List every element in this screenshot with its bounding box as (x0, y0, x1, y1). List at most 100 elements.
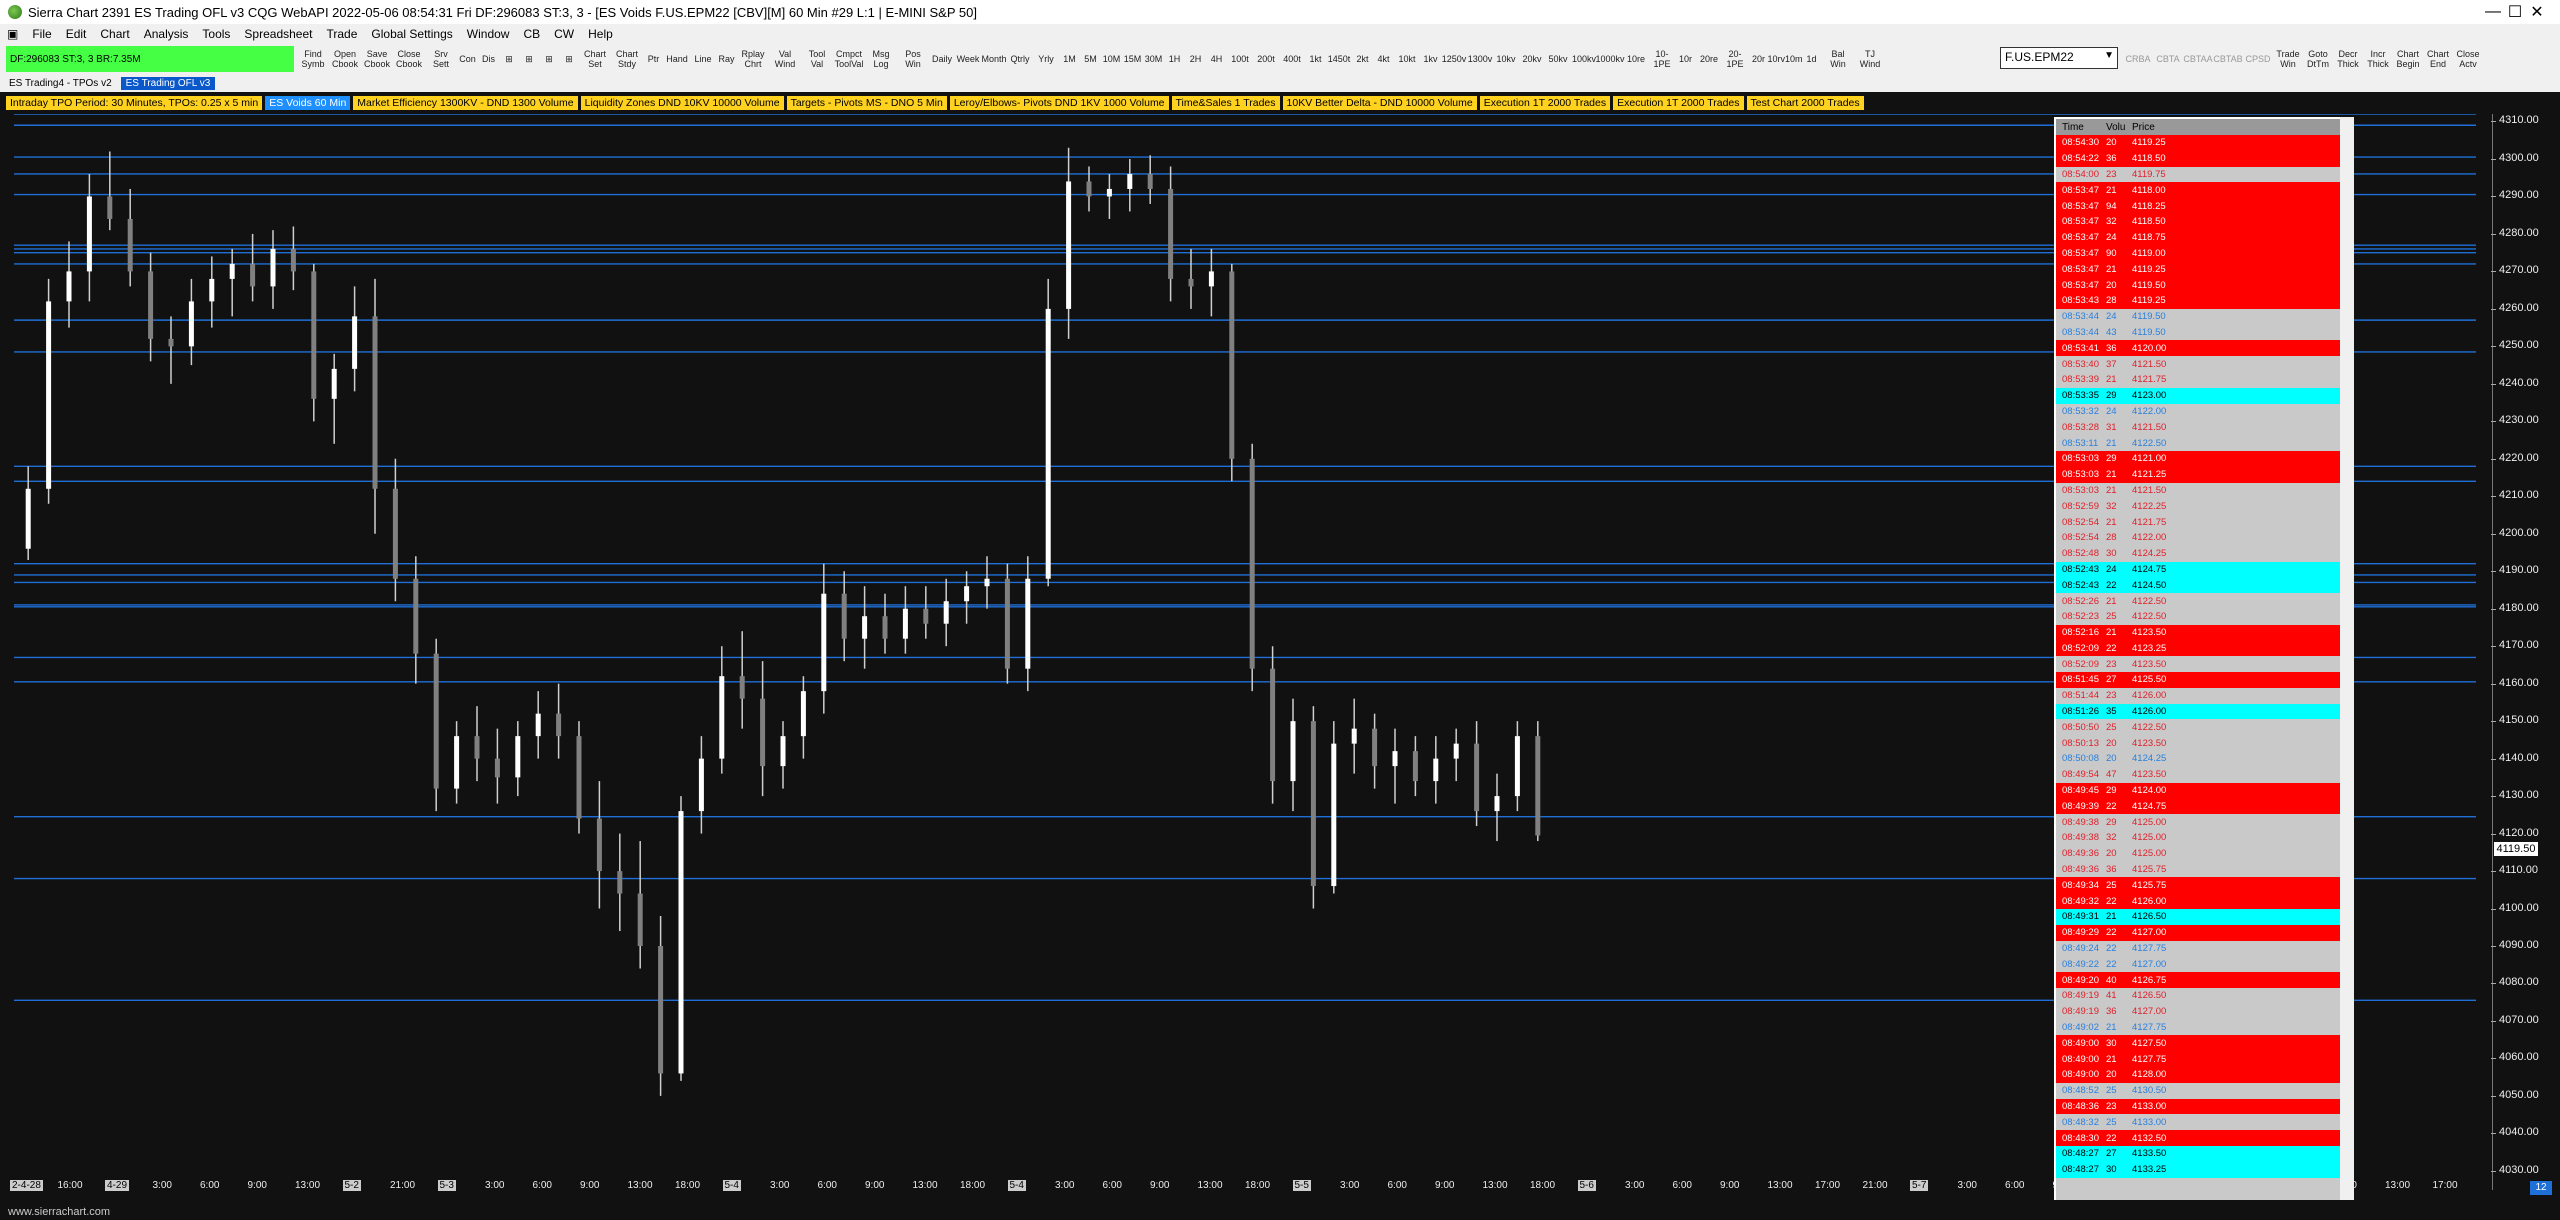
toolbar-button-week[interactable]: Week (956, 46, 980, 72)
study-tab[interactable]: Liquidity Zones DND 10KV 10000 Volume (580, 96, 784, 110)
toolbar-button-trade-win[interactable]: Trade Win (2274, 46, 2302, 72)
draw-tool-icon[interactable]: ⊞ (540, 46, 558, 72)
chartbook-tab[interactable]: ES Trading4 - TPOs v2 (4, 77, 117, 90)
toolbar-button-2kt[interactable]: 2kt (1353, 46, 1372, 72)
toolbar-button-1250v[interactable]: 1250v (1442, 46, 1467, 72)
time-and-sales-window[interactable]: Time Volu Price 08:54:30 20 4119.25 08:54:2… (2054, 117, 2348, 1203)
toolbar-button-10m[interactable]: 10M (1102, 46, 1121, 72)
toolbar-button-50kv[interactable]: 50kv (1546, 46, 1570, 72)
toolbar-button-1450t[interactable]: 1450t (1327, 46, 1351, 72)
toolbar-button-4kt[interactable]: 4kt (1374, 46, 1393, 72)
toolbar-button-10r[interactable]: 10r (1676, 46, 1695, 72)
toolbar-button-msg-log[interactable]: Msg Log (866, 46, 896, 72)
toolbar-button-100kv[interactable]: 100kv (1572, 46, 1596, 72)
toolbar-button-20re[interactable]: 20re (1697, 46, 1721, 72)
system-menu-icon[interactable]: ▣ (0, 27, 25, 41)
study-tab[interactable]: Leroy/Elbows- Pivots DND 1KV 1000 Volume (949, 96, 1169, 110)
menu-window[interactable]: Window (460, 27, 517, 41)
toolbar-button-cmpct-toolval[interactable]: Cmpct ToolVal (834, 46, 864, 72)
toolbar-button-30m[interactable]: 30M (1144, 46, 1163, 72)
toolbar-button-open-cbook[interactable]: Open Cbook (330, 46, 360, 72)
toolbar-button-1kv[interactable]: 1kv (1421, 46, 1440, 72)
menu-cb[interactable]: CB (516, 27, 547, 41)
toolbar-button-20-1pe[interactable]: 20-1PE (1723, 46, 1747, 72)
toolbar-button-incr-thick[interactable]: Incr Thick (2364, 46, 2392, 72)
toolbar-button-srv-sett[interactable]: Srv Sett (426, 46, 456, 72)
toolbar-button-1000kv[interactable]: 1000kv (1595, 46, 1624, 72)
toolbar-button-10rv10m[interactable]: 10rv10m (1768, 46, 1803, 72)
toolbar-button-hand[interactable]: Hand (665, 46, 689, 72)
toolbar-button-line[interactable]: Line (691, 46, 715, 72)
chartbook-tab[interactable]: ES Trading OFL v3 (120, 76, 216, 90)
toolbar-button-dis[interactable]: Dis (479, 46, 498, 72)
toolbar-button-20kv[interactable]: 20kv (1520, 46, 1544, 72)
chevron-down-icon[interactable]: ▼ (2104, 50, 2114, 61)
toolbar-button-cpsd[interactable]: CPSD (2244, 46, 2272, 72)
toolbar-button-5m[interactable]: 5M (1081, 46, 1100, 72)
study-tab[interactable]: Market Efficiency 1300KV - DND 1300 Volu… (353, 96, 578, 110)
toolbar-button-ptr[interactable]: Ptr (644, 46, 663, 72)
draw-tool-icon[interactable]: ⊞ (520, 46, 538, 72)
symbol-select[interactable]: F.US.EPM22 ▼ (2000, 47, 2118, 69)
toolbar-button-daily[interactable]: Daily (930, 46, 954, 72)
toolbar-button-cbtab[interactable]: CBTAB (2213, 46, 2242, 72)
toolbar-button-1300v[interactable]: 1300v (1468, 46, 1493, 72)
study-tab[interactable]: Execution 1T 2000 Trades (1613, 96, 1744, 110)
draw-tool-icon[interactable]: ⊞ (500, 46, 518, 72)
study-tab[interactable]: Intraday TPO Period: 30 Minutes, TPOs: 0… (6, 96, 263, 110)
toolbar-button-1h[interactable]: 1H (1165, 46, 1184, 72)
menu-chart[interactable]: Chart (93, 27, 136, 41)
toolbar-button-con[interactable]: Con (458, 46, 477, 72)
menu-file[interactable]: File (25, 27, 58, 41)
toolbar-button-400t[interactable]: 400t (1280, 46, 1304, 72)
study-tab[interactable]: ES Voids 60 Min (265, 96, 351, 110)
toolbar-button-1m[interactable]: 1M (1060, 46, 1079, 72)
toolbar-button-bal-win[interactable]: Bal Win (1823, 46, 1853, 72)
ts-scrollbar[interactable] (2340, 117, 2354, 1203)
toolbar-button-find-symb[interactable]: Find Symb (298, 46, 328, 72)
toolbar-button-yrly[interactable]: Yrly (1034, 46, 1058, 72)
menu-tools[interactable]: Tools (195, 27, 237, 41)
menu-cw[interactable]: CW (547, 27, 581, 41)
toolbar-button-tj-wind[interactable]: TJ Wind (1855, 46, 1885, 72)
close-button[interactable]: ✕ (2514, 0, 2560, 24)
study-tab[interactable]: Execution 1T 2000 Trades (1479, 96, 1611, 110)
toolbar-button-chart-end[interactable]: Chart End (2424, 46, 2452, 72)
toolbar-button-10kt[interactable]: 10kt (1395, 46, 1419, 72)
toolbar-button-goto-dttm[interactable]: Goto DtTm (2304, 46, 2332, 72)
toolbar-button-10-1pe[interactable]: 10-1PE (1650, 46, 1674, 72)
menu-spreadsheet[interactable]: Spreadsheet (237, 27, 319, 41)
toolbar-button-chart-stdy[interactable]: Chart Stdy (612, 46, 642, 72)
menu-global-settings[interactable]: Global Settings (364, 27, 459, 41)
toolbar-button-rplay-chrt[interactable]: Rplay Chrt (738, 46, 768, 72)
toolbar-button-15m[interactable]: 15M (1123, 46, 1142, 72)
toolbar-button-save-cbook[interactable]: Save Cbook (362, 46, 392, 72)
sierrachart-link[interactable]: www.sierrachart.com (8, 1206, 110, 1218)
toolbar-button-close-cbook[interactable]: Close Cbook (394, 46, 424, 72)
toolbar-button-cbtaa[interactable]: CBTAA (2183, 46, 2212, 72)
draw-tool-icon[interactable]: ⊞ (560, 46, 578, 72)
toolbar-button-10re[interactable]: 10re (1624, 46, 1648, 72)
toolbar-button-qtrly[interactable]: Qtrly (1008, 46, 1032, 72)
toolbar-button-20r[interactable]: 20r (1749, 46, 1768, 72)
toolbar-button-chart-begin[interactable]: Chart Begin (2394, 46, 2422, 72)
menu-analysis[interactable]: Analysis (137, 27, 196, 41)
toolbar-button-val-wind[interactable]: Val Wind (770, 46, 800, 72)
toolbar-button-200t[interactable]: 200t (1254, 46, 1278, 72)
toolbar-button-decr-thick[interactable]: Decr Thick (2334, 46, 2362, 72)
toolbar-button-2h[interactable]: 2H (1186, 46, 1205, 72)
menu-trade[interactable]: Trade (319, 27, 364, 41)
toolbar-button-close-actv[interactable]: Close Actv (2454, 46, 2482, 72)
toolbar-button-4h[interactable]: 4H (1207, 46, 1226, 72)
toolbar-button-tool-val[interactable]: Tool Val (802, 46, 832, 72)
menu-edit[interactable]: Edit (59, 27, 94, 41)
toolbar-button-crba[interactable]: CRBA (2124, 46, 2152, 72)
toolbar-button-10kv[interactable]: 10kv (1494, 46, 1518, 72)
menu-help[interactable]: Help (581, 27, 620, 41)
study-tab[interactable]: 10KV Better Delta - DND 10000 Volume (1282, 96, 1477, 110)
toolbar-button-100t[interactable]: 100t (1228, 46, 1252, 72)
study-tab[interactable]: Time&Sales 1 Trades (1171, 96, 1280, 110)
toolbar-button-chart-set[interactable]: Chart Set (580, 46, 610, 72)
toolbar-button-1kt[interactable]: 1kt (1306, 46, 1325, 72)
toolbar-button-pos-win[interactable]: Pos Win (898, 46, 928, 72)
